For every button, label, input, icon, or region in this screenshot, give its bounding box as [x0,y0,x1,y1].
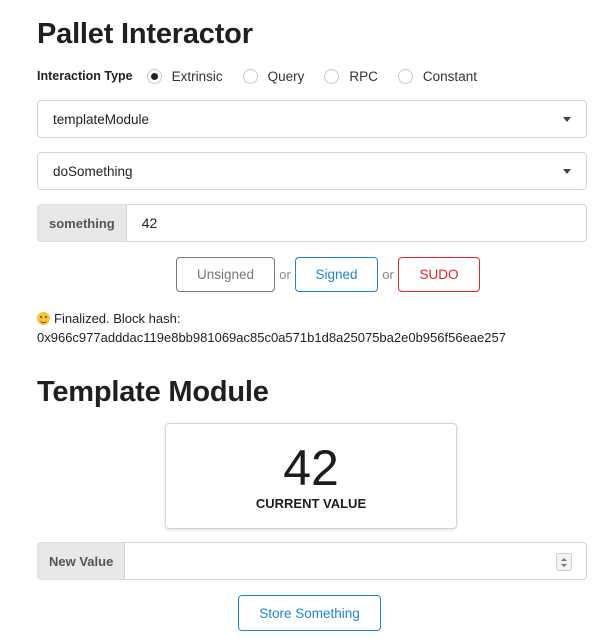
number-stepper-icon[interactable] [556,553,572,571]
page-title: Pallet Interactor [37,18,253,50]
radio-dot-icon[interactable] [242,68,258,84]
radio-rpc[interactable]: RPC [324,68,378,84]
radio-dot-icon[interactable] [397,68,413,84]
new-value-input-group: New Value [37,542,587,580]
block-hash: 0x966c977adddac119e8bb981069ac85c0a571b1… [37,330,506,345]
radio-label: Query [267,68,305,84]
radio-label: Extrinsic [171,68,223,84]
radio-dot-icon[interactable] [324,68,340,84]
new-value-input[interactable] [124,542,587,580]
pallet-dropdown-value: templateModule [53,111,150,127]
param-input[interactable]: 42 [125,204,587,242]
caret-down-icon [563,117,571,122]
pallet-dropdown[interactable]: templateModule [37,100,587,138]
store-something-button[interactable]: Store Something [238,595,381,631]
interaction-type-group: Interaction Type Extrinsic Query RPC Con… [37,66,497,86]
smirk-emoji-icon [37,312,50,325]
interaction-type-label: Interaction Type [37,69,133,83]
param-input-value: 42 [141,215,158,231]
radio-dot-icon[interactable] [146,68,162,84]
status-text: Finalized. Block hash: [54,311,181,326]
current-value-card: 42 CURRENT VALUE [165,423,457,529]
tx-button-group: Unsigned or Signed or SUDO [176,257,480,292]
radio-constant[interactable]: Constant [397,68,477,84]
radio-extrinsic[interactable]: Extrinsic [146,68,223,84]
param-input-group: something 42 [37,204,587,242]
current-value-label: CURRENT VALUE [255,496,367,511]
section-title: Template Module [37,376,269,408]
radio-query[interactable]: Query [242,68,305,84]
unsigned-button[interactable]: Unsigned [176,257,275,292]
caret-down-icon [563,169,571,174]
sudo-button[interactable]: SUDO [398,257,480,292]
tx-status: Finalized. Block hash: 0x966c977adddac11… [37,309,506,347]
callable-dropdown[interactable]: doSomething [37,152,587,190]
signed-button[interactable]: Signed [295,257,378,292]
radio-label: Constant [422,68,477,84]
radio-label: RPC [349,68,378,84]
new-value-label: New Value [37,542,125,580]
callable-dropdown-value: doSomething [53,163,133,179]
or-divider: or [382,267,394,282]
or-divider: or [279,267,291,282]
param-label: something [37,204,126,242]
current-value: 42 [283,440,339,496]
